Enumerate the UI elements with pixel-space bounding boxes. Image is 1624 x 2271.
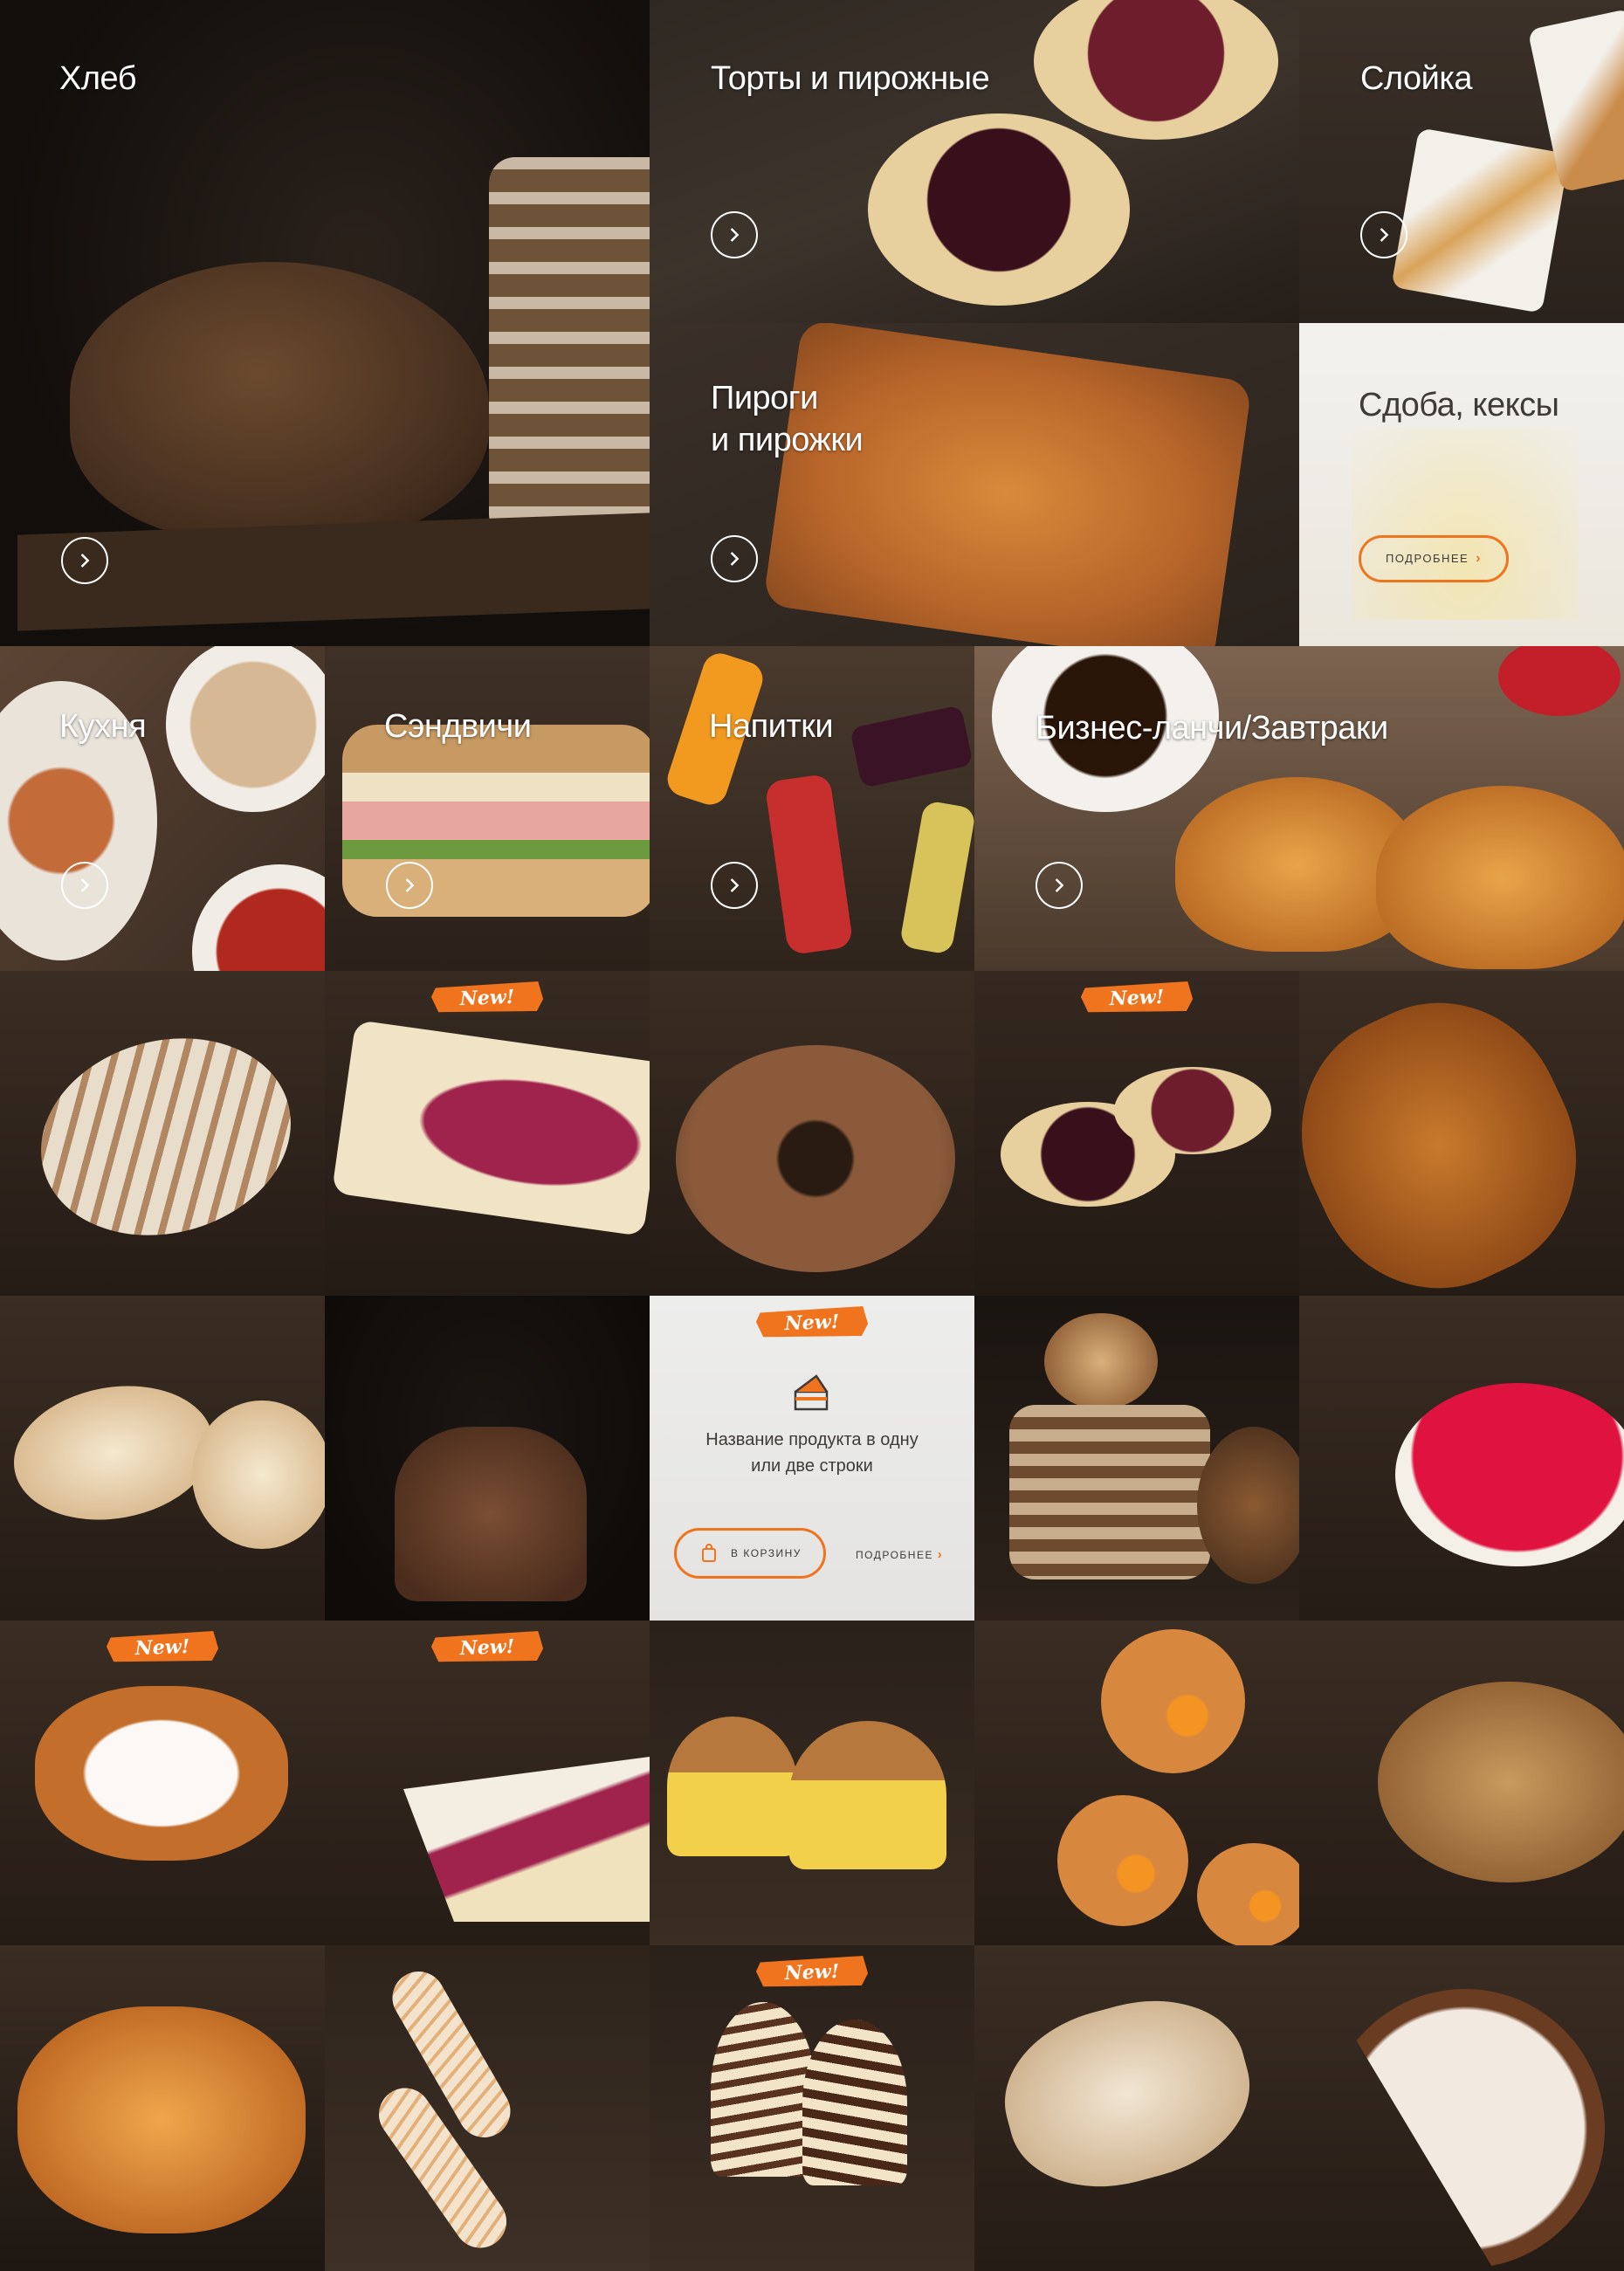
pie-image bbox=[762, 323, 1253, 646]
pastry-rolls-image bbox=[17, 2006, 306, 2233]
product-tile[interactable]: New! bbox=[325, 971, 650, 1296]
chevron-right-icon bbox=[80, 878, 90, 892]
product-tile[interactable] bbox=[1299, 1621, 1624, 1945]
category-title: Кухня bbox=[59, 708, 147, 745]
chevron-right-icon bbox=[405, 878, 415, 892]
category-tile-cakes[interactable]: Торты и пирожные bbox=[650, 0, 1299, 323]
product-tile[interactable] bbox=[325, 1945, 650, 2271]
category-tile-bread[interactable]: Хлеб bbox=[0, 0, 650, 646]
bun-image bbox=[1197, 1843, 1299, 1945]
category-tile-sandwiches[interactable]: Сэндвичи bbox=[325, 646, 650, 971]
add-to-cart-label: В КОРЗИНУ bbox=[731, 1547, 802, 1559]
product-tile[interactable] bbox=[1299, 1296, 1624, 1621]
category-title: Пироги и пирожки bbox=[711, 380, 864, 458]
category-tile-muffins[interactable]: Сдоба, кексы ПОДРОБНЕЕ › bbox=[1299, 323, 1624, 646]
chevron-right-icon bbox=[1055, 878, 1064, 892]
bun-image bbox=[1057, 1795, 1188, 1926]
meringue-cake-image bbox=[802, 2020, 907, 2185]
open-category-button[interactable] bbox=[61, 862, 108, 909]
category-title: Слойка bbox=[1360, 60, 1473, 97]
danish-pastry-image bbox=[35, 1686, 288, 1861]
ciabatta-image bbox=[192, 1400, 325, 1549]
chevron-right-icon bbox=[730, 878, 740, 892]
muffin-image bbox=[1352, 428, 1579, 620]
chevron-right-icon bbox=[1380, 228, 1389, 242]
product-tile[interactable]: New! bbox=[325, 1621, 650, 1945]
berry-tart-image bbox=[1114, 1067, 1271, 1154]
product-tile[interactable]: New! bbox=[0, 1621, 325, 1945]
cake-slice-icon bbox=[794, 1374, 829, 1411]
category-tile-pies[interactable]: Пироги и пирожки bbox=[650, 323, 1299, 646]
chevron-right-icon bbox=[730, 552, 740, 566]
chevron-right-icon bbox=[80, 554, 90, 568]
open-category-button[interactable] bbox=[711, 862, 758, 909]
muffin-image bbox=[789, 1721, 946, 1869]
category-tile-business[interactable]: Бизнес-ланчи/Завтраки bbox=[974, 646, 1624, 971]
category-tile-kitchen[interactable]: Кухня bbox=[0, 646, 325, 971]
product-tile[interactable] bbox=[0, 971, 325, 1296]
muffin-image bbox=[667, 1717, 798, 1856]
meringue-cake-image bbox=[711, 2002, 815, 2177]
category-title: Напитки bbox=[709, 708, 834, 745]
sliced-bread-image bbox=[489, 157, 650, 533]
product-tile[interactable] bbox=[325, 1296, 650, 1621]
berry-tart-image bbox=[868, 114, 1130, 306]
category-title: Сдоба, кексы bbox=[1359, 387, 1559, 423]
product-tile[interactable]: New! bbox=[974, 971, 1299, 1296]
chevron-right-icon: › bbox=[937, 1547, 944, 1562]
shopping-bag-icon bbox=[702, 1544, 716, 1562]
rye-bread-image bbox=[395, 1427, 587, 1601]
open-category-button[interactable] bbox=[1360, 211, 1407, 258]
category-title: Хлеб bbox=[59, 60, 137, 97]
open-category-button[interactable] bbox=[711, 535, 758, 582]
category-title: Сэндвичи bbox=[384, 708, 532, 745]
bread-slice-image bbox=[1044, 1313, 1158, 1409]
product-card[interactable]: New! Название продукта в одну или две ст… bbox=[650, 1296, 974, 1621]
open-category-button[interactable] bbox=[61, 537, 108, 584]
seeded-bread-image bbox=[1378, 1682, 1624, 1882]
more-link[interactable]: ПОДРОБНЕЕ › bbox=[856, 1547, 943, 1562]
chevron-right-icon bbox=[730, 228, 740, 242]
open-category-button[interactable] bbox=[386, 862, 433, 909]
product-tile[interactable] bbox=[650, 1621, 974, 1945]
more-button[interactable]: ПОДРОБНЕЕ › bbox=[1359, 535, 1509, 582]
sliced-bread-stack-image bbox=[1009, 1405, 1210, 1579]
add-to-cart-button[interactable]: В КОРЗИНУ bbox=[674, 1528, 826, 1579]
product-tile[interactable] bbox=[974, 1621, 1299, 1945]
open-category-button[interactable] bbox=[711, 211, 758, 258]
more-button-label: ПОДРОБНЕЕ bbox=[1385, 552, 1469, 565]
category-title: Торты и пирожные bbox=[711, 60, 990, 97]
category-tile-puff[interactable]: Слойка bbox=[1299, 0, 1624, 323]
puff-pastry-image bbox=[1391, 127, 1570, 313]
product-tile[interactable] bbox=[974, 1296, 1299, 1621]
category-tile-drinks[interactable]: Напитки bbox=[650, 646, 974, 971]
product-tile[interactable] bbox=[0, 1945, 325, 2271]
product-tile[interactable] bbox=[1299, 1945, 1624, 2271]
chevron-right-icon: › bbox=[1476, 551, 1483, 566]
product-tile[interactable] bbox=[650, 971, 974, 1296]
open-category-button[interactable] bbox=[1036, 862, 1083, 909]
product-tile[interactable] bbox=[1299, 971, 1624, 1296]
product-tile[interactable] bbox=[0, 1296, 325, 1621]
catalog-grid: Хлеб Торты и пирожные Слойка Пироги и пи… bbox=[0, 0, 1624, 2271]
product-name: Название продукта в одну или две строки bbox=[705, 1430, 919, 1476]
more-link-label: ПОДРОБНЕЕ bbox=[856, 1549, 933, 1561]
bun-image bbox=[1101, 1629, 1245, 1773]
product-tile[interactable]: New! bbox=[650, 1945, 974, 2271]
category-title: Бизнес-ланчи/Завтраки bbox=[1036, 710, 1388, 747]
product-tile[interactable] bbox=[974, 1945, 1299, 2271]
croissant-image bbox=[1376, 786, 1624, 969]
bread-ring-image bbox=[676, 1045, 955, 1272]
cheesecake-image bbox=[1395, 1383, 1624, 1566]
